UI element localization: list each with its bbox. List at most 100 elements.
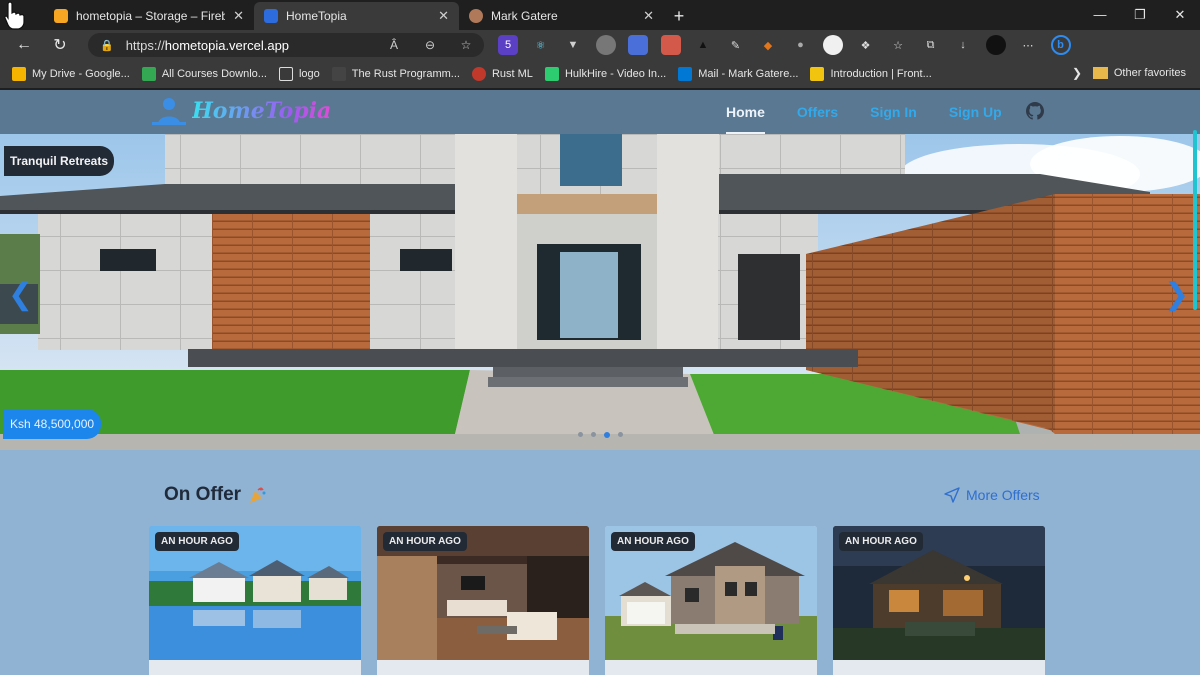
google-drive-icon <box>12 67 26 81</box>
site-header: HomeTopia Home Offers Sign In Sign Up <box>0 90 1200 134</box>
nav-home[interactable]: Home <box>726 90 765 134</box>
offers-card-list: AN HOUR AGO AN HOUR AGO AN HOUR AGO AN H… <box>149 526 1061 675</box>
bookmark-yellow-icon <box>810 67 825 81</box>
page-scrollbar[interactable] <box>1193 130 1197 310</box>
extension-colorful-icon[interactable] <box>660 35 681 55</box>
nav-offers[interactable]: Offers <box>797 90 838 134</box>
bookmark-my-drive[interactable]: My Drive - Google... <box>12 67 130 81</box>
card-body <box>377 660 589 675</box>
extensions-puzzle-icon[interactable]: ❖ <box>856 35 876 55</box>
carousel-next-arrow-icon[interactable]: ❯ <box>1164 280 1189 310</box>
hero-carousel[interactable]: Tranquil Retreats Ksh 48,500,000 ❮ ❯ <box>0 134 1200 450</box>
url-input[interactable]: 🔒 https://hometopia.vercel.app Â ⊖ ☆ <box>88 33 484 57</box>
carousel-pagination <box>578 432 631 438</box>
favorites-icon[interactable]: ☆ <box>888 35 908 55</box>
carousel-prev-arrow-icon[interactable]: ❮ <box>8 280 33 310</box>
bookmark-mail[interactable]: Mail - Mark Gatere... <box>678 67 798 81</box>
bookmark-all-courses[interactable]: All Courses Downlo... <box>141 67 267 81</box>
offer-card[interactable]: AN HOUR AGO <box>377 526 589 675</box>
more-offers-link[interactable]: More Offers <box>944 487 1040 503</box>
maximize-button[interactable]: ❐ <box>1120 0 1160 30</box>
bing-copilot-icon[interactable]: b <box>1050 35 1071 55</box>
tab-label: Mark Gatere <box>491 9 558 23</box>
hero-listing-title: Tranquil Retreats <box>4 146 115 176</box>
other-favorites-folder[interactable]: Other favorites <box>1092 67 1186 79</box>
brand-name: HomeTopia <box>192 98 332 124</box>
settings-more-icon[interactable]: ⋯ <box>1018 35 1038 55</box>
extension-dark-icon[interactable]: ▲ <box>693 35 713 55</box>
party-popper-icon <box>250 487 266 503</box>
page-viewport: HomeTopia Home Offers Sign In Sign Up Tr… <box>0 90 1200 675</box>
carousel-dot[interactable] <box>578 432 583 437</box>
time-badge: AN HOUR AGO <box>155 532 239 551</box>
rust-book-icon <box>331 67 346 81</box>
zoom-icon[interactable]: ⊖ <box>412 38 448 52</box>
bookmark-rust-programming[interactable]: The Rust Programm... <box>331 67 460 81</box>
close-tab-icon[interactable]: ✕ <box>233 8 244 24</box>
tab-firebase-storage[interactable]: hometopia – Storage – Firebase c ✕ <box>44 2 254 30</box>
refresh-button[interactable]: ↻ <box>42 35 78 55</box>
back-button[interactable]: ← <box>6 36 42 54</box>
metamask-icon[interactable]: ◆ <box>758 35 778 55</box>
folder-icon <box>1092 67 1108 79</box>
offer-card[interactable]: AN HOUR AGO <box>833 526 1045 675</box>
omnibox-actions: Â ⊖ ☆ <box>376 38 484 52</box>
bookmarks-bar: My Drive - Google... All Courses Downlo.… <box>0 60 1200 88</box>
extension-gray-icon[interactable] <box>595 35 616 55</box>
hero-house-image <box>0 134 1200 450</box>
browser-tab-bar: hometopia – Storage – Firebase c ✕ HomeT… <box>0 0 1200 30</box>
github-icon[interactable] <box>1026 102 1044 120</box>
extension-pen-icon[interactable]: ✎ <box>726 35 746 55</box>
offer-card[interactable]: AN HOUR AGO <box>605 526 817 675</box>
close-tab-icon[interactable]: ✕ <box>438 8 449 24</box>
profile-avatar-icon[interactable] <box>985 35 1006 55</box>
firebase-icon <box>54 9 68 23</box>
time-badge: AN HOUR AGO <box>383 532 467 551</box>
chevron-right-icon[interactable]: ❯ <box>1072 66 1082 80</box>
vue-extension-icon[interactable]: ▼ <box>563 35 583 55</box>
site-logo[interactable]: HomeTopia <box>150 96 331 126</box>
downloads-icon[interactable]: ↓ <box>953 35 973 55</box>
carousel-dot[interactable] <box>591 432 596 437</box>
tab-label: HomeTopia <box>286 9 347 23</box>
extensions-toolbar: 5 ⚛ ▼ ▲ ✎ ◆ ● ❖ ☆ ⧉ ↓ ⋯ b <box>498 35 1083 55</box>
favorite-star-icon[interactable]: ☆ <box>448 38 484 52</box>
extension-purple-icon[interactable]: 5 <box>498 35 518 55</box>
extension-circle-icon[interactable] <box>823 35 843 55</box>
nav-sign-up[interactable]: Sign Up <box>949 90 1002 134</box>
read-aloud-icon[interactable]: Â <box>376 38 412 52</box>
bookmark-logo[interactable]: logo <box>278 67 320 81</box>
send-arrow-icon <box>944 487 960 503</box>
offers-section-title: On Offer <box>164 484 267 506</box>
outlook-icon <box>678 67 693 81</box>
new-tab-button[interactable]: + <box>664 2 694 30</box>
close-window-button[interactable]: ✕ <box>1160 0 1200 30</box>
time-badge: AN HOUR AGO <box>839 532 923 551</box>
bookmark-introduction[interactable]: Introduction | Front... <box>810 67 932 81</box>
close-tab-icon[interactable]: ✕ <box>643 8 654 24</box>
hometopia-favicon-icon <box>264 9 278 23</box>
tab-label: hometopia – Storage – Firebase c <box>76 9 226 23</box>
card-body <box>833 660 1045 675</box>
page-icon <box>278 67 293 81</box>
offer-card[interactable]: AN HOUR AGO <box>149 526 361 675</box>
bookmark-hulkhire[interactable]: HulkHire - Video In... <box>544 67 666 81</box>
tab-hometopia[interactable]: HomeTopia ✕ <box>254 2 459 30</box>
react-devtools-icon[interactable]: ⚛ <box>531 35 551 55</box>
main-nav: Home Offers Sign In Sign Up <box>726 90 1034 134</box>
lock-icon: 🔒 <box>100 39 114 52</box>
window-controls: — ❐ ✕ <box>1080 0 1200 30</box>
bookmark-rust-ml[interactable]: Rust ML <box>471 67 533 81</box>
collections-icon[interactable]: ⧉ <box>921 35 941 55</box>
extension-drop-icon[interactable]: ● <box>791 35 811 55</box>
courses-icon <box>141 67 156 81</box>
minimize-button[interactable]: — <box>1080 0 1120 30</box>
carousel-dot[interactable] <box>618 432 623 437</box>
hero-price-tag: Ksh 48,500,000 <box>3 409 102 439</box>
url-text: https://hometopia.vercel.app <box>125 37 290 53</box>
tab-mark-gatere[interactable]: Mark Gatere ✕ <box>459 2 664 30</box>
carousel-dot-active[interactable] <box>604 432 610 438</box>
translate-icon[interactable] <box>628 35 648 55</box>
card-body <box>149 660 361 675</box>
nav-sign-in[interactable]: Sign In <box>870 90 917 134</box>
